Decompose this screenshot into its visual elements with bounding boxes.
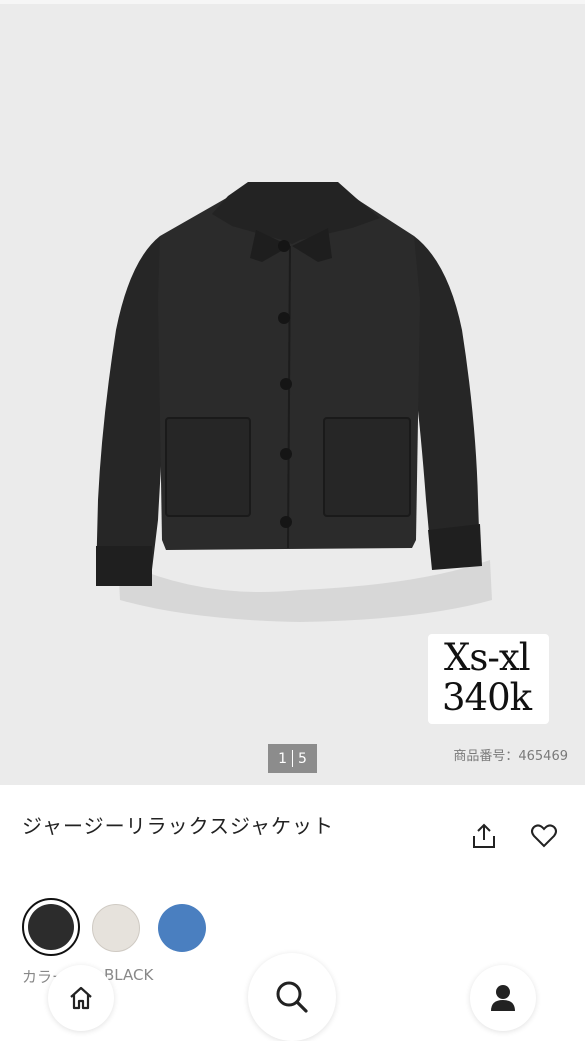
share-button[interactable]	[468, 820, 500, 852]
account-button[interactable]	[470, 965, 536, 1031]
pager-total: 5	[298, 750, 307, 767]
selected-color-value: BLACK	[104, 966, 154, 984]
home-icon	[70, 986, 92, 1010]
price-text: 340k	[442, 676, 532, 719]
favorite-button[interactable]	[528, 820, 560, 852]
product-number: 商品番号：465469	[453, 749, 568, 764]
size-price-overlay: Xs-xl 340k	[428, 634, 549, 724]
color-swatch-offwhite[interactable]	[92, 904, 140, 952]
pager-divider	[292, 750, 293, 767]
size-range-text: Xs-xl	[444, 636, 531, 679]
product-image-gallery[interactable]: Xs-xl 340k 1 5 商品番号：465469	[0, 0, 585, 785]
share-icon	[473, 823, 495, 848]
account-icon	[491, 985, 515, 1011]
product-title: ジャージーリラックスジャケット	[22, 814, 334, 838]
image-pager: 1 5	[268, 744, 317, 773]
color-swatch-blue[interactable]	[158, 904, 206, 952]
search-icon	[276, 981, 308, 1013]
home-button[interactable]	[48, 965, 114, 1031]
color-swatch-black[interactable]	[28, 904, 74, 950]
pager-current: 1	[278, 750, 287, 767]
search-button[interactable]	[248, 953, 336, 1041]
heart-icon	[531, 824, 557, 848]
